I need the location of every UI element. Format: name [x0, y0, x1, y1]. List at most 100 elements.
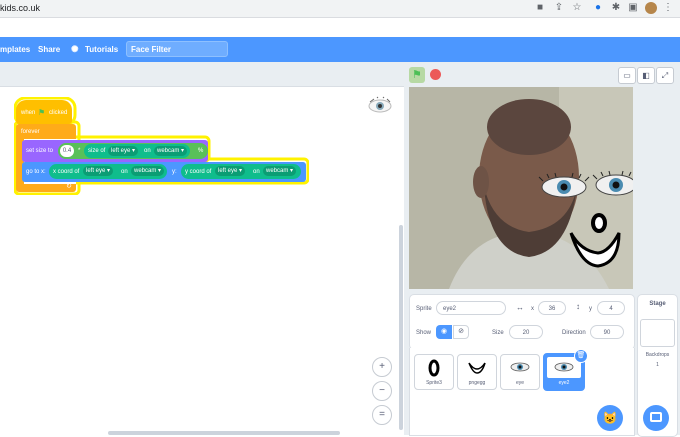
zoom-out-button[interactable]: −: [372, 381, 392, 401]
zoom-reset-icon: =: [379, 409, 385, 420]
zoom-out-icon: −: [379, 385, 385, 396]
pngegg-thumbnail: [468, 362, 486, 374]
y-target-dropdown[interactable]: left eye ▾: [215, 166, 246, 176]
size-on-label: on: [144, 148, 151, 154]
go-to-label: go to x:: [26, 169, 46, 175]
sprite-name: eye2: [558, 380, 570, 386]
direction-label: Direction: [562, 330, 586, 336]
star-icon[interactable]: ☆: [571, 2, 583, 14]
scratch-menu-bar: mplates Share ✺ Tutorials Face Filter: [0, 37, 680, 62]
y-arrows-icon: ↕: [576, 302, 580, 311]
delete-sprite-button[interactable]: 🗑: [574, 349, 588, 363]
zoom-reset-button[interactable]: =: [372, 405, 392, 425]
add-sprite-button[interactable]: 😺: [597, 405, 623, 431]
stage-thumbnail[interactable]: [640, 319, 675, 347]
puzzle-icon[interactable]: ✱: [610, 2, 622, 14]
sprite-info-panel: Sprite eye2 ↔ x 36 ↕ y 4 Show ◉ ⊘ Size 2…: [409, 294, 635, 350]
large-stage-button[interactable]: ◧: [637, 67, 655, 84]
browser-bar: kids.co.uk ■ ⇪ ☆ ● ✱ ▣ ⋮: [0, 0, 680, 18]
nose-sprite: [591, 213, 607, 233]
show-visible-button[interactable]: ◉: [436, 325, 452, 339]
x-on-label: on: [121, 169, 128, 175]
sprite-thumb-eye[interactable]: eye: [500, 354, 540, 390]
forever-label: forever: [21, 129, 40, 135]
y-position-input[interactable]: 4: [597, 301, 625, 315]
menu-share[interactable]: Share: [38, 45, 60, 54]
bookmark-strip: [0, 18, 680, 37]
x-target-value: left eye: [86, 168, 106, 174]
url-text[interactable]: kids.co.uk: [0, 3, 40, 13]
direction-input[interactable]: 90: [590, 325, 624, 339]
y-on-label: on: [253, 169, 260, 175]
x-source-value: webcam: [134, 168, 157, 174]
size-source-dropdown[interactable]: webcam ▾: [154, 146, 188, 156]
set-size-label: set size to: [26, 148, 54, 154]
sprite-label: Sprite: [416, 306, 432, 312]
stop-button[interactable]: [430, 69, 441, 80]
show-label: Show: [416, 330, 432, 336]
size-target-dropdown[interactable]: left eye ▾: [108, 146, 139, 156]
eye2-thumbnail: [554, 362, 574, 372]
workspace-horizontal-scrollbar[interactable]: [108, 431, 340, 435]
hat-when-label: when: [21, 110, 36, 116]
zoom-in-button[interactable]: +: [372, 357, 392, 377]
sprite-thumb-pngegg[interactable]: pngegg: [457, 354, 497, 390]
multiply-sign: *: [78, 148, 81, 154]
size-source-value: webcam: [157, 148, 180, 154]
zoom-in-icon: +: [379, 361, 385, 372]
menu-templates[interactable]: mplates: [0, 45, 30, 54]
y-source-dropdown[interactable]: webcam ▾: [263, 166, 297, 176]
size-of-label: size of: [88, 148, 106, 154]
x-target-dropdown[interactable]: left eye ▾: [83, 166, 114, 176]
trash-icon: 🗑: [576, 352, 586, 359]
current-sprite-eye-icon: [368, 96, 392, 113]
x-source-dropdown[interactable]: webcam ▾: [131, 166, 165, 176]
bulb-icon: ✺: [71, 44, 79, 54]
menu-tutorials[interactable]: Tutorials: [85, 45, 118, 54]
x-position-input[interactable]: 36: [538, 301, 566, 315]
hat-clicked-label: clicked: [49, 110, 68, 116]
camera-icon[interactable]: ■: [534, 2, 546, 14]
size-label: Size: [492, 330, 504, 336]
avatar[interactable]: [645, 2, 657, 14]
green-flag-icon: ⚑: [38, 108, 46, 117]
sprite-name-input[interactable]: eye2: [436, 301, 506, 315]
size-of-reporter[interactable]: size of left eye ▾ on webcam ▾: [84, 144, 190, 158]
workspace-vertical-scrollbar[interactable]: [399, 225, 403, 430]
menu-icon[interactable]: ⋮: [662, 2, 674, 14]
share-icon[interactable]: ⇪: [553, 2, 565, 14]
drop-icon[interactable]: ●: [592, 2, 604, 14]
go-to-xy-block[interactable]: go to x: x coord of left eye ▾ on webcam…: [22, 162, 306, 182]
size-input[interactable]: 20: [509, 325, 543, 339]
when-flag-clicked-block[interactable]: when ⚑ clicked: [16, 100, 72, 124]
stage-canvas[interactable]: [409, 87, 633, 289]
y-target-value: left eye: [218, 168, 238, 174]
project-title-input[interactable]: Face Filter: [126, 41, 228, 57]
add-backdrop-button[interactable]: [643, 405, 669, 431]
x-coord-label: x coord of: [53, 169, 80, 175]
workspace-header: [0, 62, 404, 87]
small-stage-button[interactable]: ▭: [618, 67, 636, 84]
set-size-block[interactable]: set size to 0.4 * size of left eye ▾ on …: [22, 140, 208, 162]
multiply-operator[interactable]: 0.4 * size of left eye ▾ on webcam ▾ %: [58, 143, 208, 159]
cat-icon: 😺: [602, 411, 618, 425]
green-flag-button[interactable]: ⚑: [409, 67, 425, 83]
y-coord-label: y coord of: [185, 169, 212, 175]
y-label: y:: [172, 169, 177, 175]
show-hidden-button[interactable]: ⊘: [453, 325, 469, 339]
sprite-name: Sprite3: [426, 380, 442, 386]
sprite3-thumbnail: [428, 359, 440, 377]
y-label: y: [589, 306, 592, 312]
green-flag-icon: ⚑: [412, 69, 422, 81]
x-label: x: [531, 306, 534, 312]
stage-title: Stage: [649, 301, 666, 307]
multiplier-input[interactable]: 0.4: [60, 145, 74, 157]
sprite-thumb-sprite3[interactable]: Sprite3: [414, 354, 454, 390]
fullscreen-button[interactable]: ⤢: [656, 67, 674, 84]
backdrop-icon: [650, 412, 662, 422]
sprite-name: pngegg: [468, 380, 486, 386]
sidepanel-icon[interactable]: ▣: [627, 2, 639, 14]
x-coord-reporter[interactable]: x coord of left eye ▾ on webcam ▾: [49, 164, 167, 179]
loop-arrow-icon: ↻: [66, 183, 72, 190]
y-coord-reporter[interactable]: y coord of left eye ▾ on webcam ▾: [181, 164, 301, 179]
